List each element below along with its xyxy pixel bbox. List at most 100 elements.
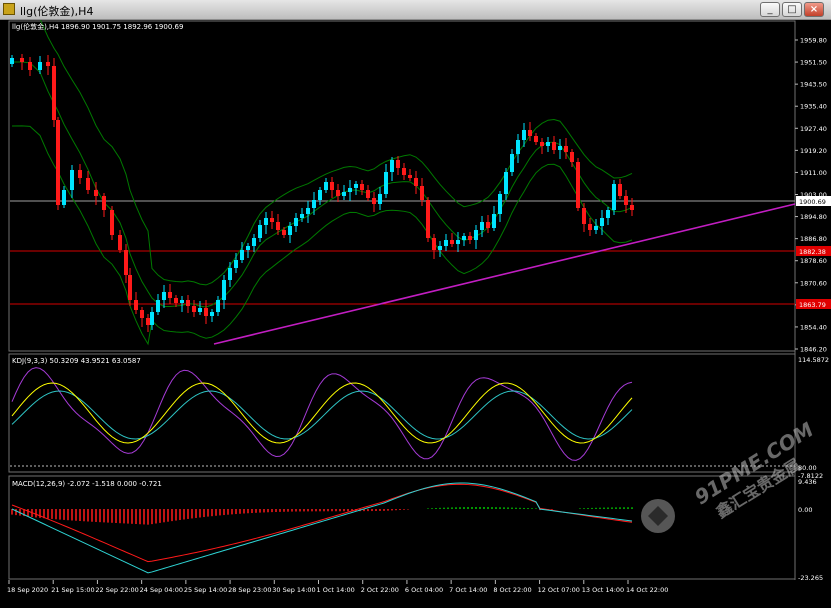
candle-body (474, 230, 478, 240)
price-label: 1951.50 (800, 59, 827, 67)
candle-body (20, 58, 24, 62)
candle-body (540, 142, 544, 146)
minimize-button[interactable]: _ (760, 2, 780, 17)
time-axis: 18 Sep 2020 21 Sep 15:00 22 Sep 22:00 24 Se… (7, 580, 668, 594)
candle-body (150, 312, 154, 325)
time-label: 30 Sep 14:00 (272, 586, 315, 594)
candle-body (462, 236, 466, 240)
price-label: 1911.00 (800, 169, 827, 177)
time-label: 6 Oct 04:00 (405, 586, 443, 594)
time-label: 7 Oct 14:00 (449, 586, 487, 594)
candle-body (234, 260, 238, 268)
candle-body (438, 246, 442, 250)
price-label: 1878.60 (800, 257, 827, 265)
candle-body (246, 246, 250, 250)
candle-body (504, 172, 508, 194)
candle-body (324, 182, 328, 190)
chart-canvas[interactable]: llg(伦敦金),H4 1896.90 1901.75 1892.96 1900… (0, 9, 831, 604)
candle-body (264, 218, 268, 225)
candle-body (186, 300, 190, 306)
candle-body (348, 188, 352, 192)
candle-body (468, 236, 472, 240)
price-label: 1870.60 (800, 279, 827, 287)
restore-button[interactable]: □ (782, 2, 802, 17)
candle-body (480, 222, 484, 230)
candle-body (594, 226, 598, 230)
app-icon (3, 3, 15, 15)
time-label: 21 Sep 15:00 (51, 586, 94, 594)
candle-body (414, 178, 418, 186)
candle-body (582, 208, 586, 224)
candle-body (366, 190, 370, 198)
candle-body (534, 136, 538, 142)
time-label: 14 Oct 22:00 (626, 586, 668, 594)
candle-body (10, 58, 14, 64)
candle-body (56, 120, 60, 205)
candle-body (378, 194, 382, 204)
candle-body (456, 240, 460, 244)
level-tag-upper: 1882.38 (799, 248, 826, 256)
chart-area[interactable]: llg(伦敦金),H4 1896.90 1901.75 1892.96 1900… (0, 9, 831, 604)
candle-body (28, 62, 32, 70)
price-label: 1959.80 (800, 37, 827, 45)
kdj-panel-frame (8, 353, 796, 473)
candle-body (204, 308, 208, 316)
candle-body (288, 226, 292, 235)
window-title: llg(伦敦金),H4 (20, 5, 94, 18)
candle-body (180, 300, 184, 303)
macd-label-min: -23.265 (798, 574, 823, 582)
candle-body (62, 190, 66, 205)
macd-panel-header: MACD(12,26,9) -2.072 -1.518 0.000 -0.721 (12, 480, 162, 488)
candle-body (354, 184, 358, 188)
price-label: 1927.40 (800, 125, 827, 133)
time-label: 18 Sep 2020 (7, 586, 48, 594)
trend-line[interactable] (213, 203, 796, 345)
close-button[interactable]: × (804, 2, 824, 17)
kdj-lines (11, 367, 633, 461)
candle-body (252, 238, 256, 246)
macd-label-zero: 0.00 (798, 506, 812, 514)
candle-body (402, 168, 406, 175)
candle-body (558, 146, 562, 150)
candle-body (570, 152, 574, 162)
candle-body (390, 160, 394, 172)
candle-body (294, 218, 298, 226)
price-label: 1894.80 (800, 213, 827, 221)
candle-body (612, 184, 616, 210)
candle-body (198, 308, 202, 312)
candle-body (618, 184, 622, 196)
candle-body (210, 312, 214, 316)
candle-body (94, 190, 98, 196)
candle-body (510, 154, 514, 172)
time-label: 25 Sep 14:00 (184, 586, 227, 594)
bollinger-bands (11, 9, 633, 346)
candle-body (174, 298, 178, 303)
kdj-label-max: 114.5872 (798, 356, 829, 364)
macd-lines (11, 482, 633, 574)
candle-body (38, 62, 42, 70)
time-label: 22 Sep 22:00 (95, 586, 138, 594)
candle-body (342, 192, 346, 196)
time-label: 1 Oct 14:00 (317, 586, 355, 594)
candle-body (408, 175, 412, 178)
candle-body (330, 182, 334, 190)
price-label: 1854.40 (800, 323, 827, 331)
candle-body (156, 300, 160, 312)
candle-body (140, 310, 144, 318)
candle-body (162, 292, 166, 300)
time-label: 28 Sep 23:00 (228, 586, 271, 594)
candle-body (546, 142, 550, 146)
candle-body (222, 280, 226, 300)
bollinger-lower (11, 125, 633, 346)
candle-body (606, 210, 610, 218)
candle-body (258, 225, 262, 238)
candle-body (516, 140, 520, 154)
bollinger-upper (11, 9, 633, 286)
window-titlebar: llg(伦敦金),H4 _ □ × (0, 0, 831, 20)
price-label: 1846.20 (800, 346, 827, 354)
kdj-panel-header: KDJ(9,3,3) 50.3209 43.9521 63.0587 (12, 357, 141, 365)
candle-body (46, 62, 50, 66)
candle-body (240, 250, 244, 260)
price-label: 1935.40 (800, 103, 827, 111)
candle-body (564, 146, 568, 152)
